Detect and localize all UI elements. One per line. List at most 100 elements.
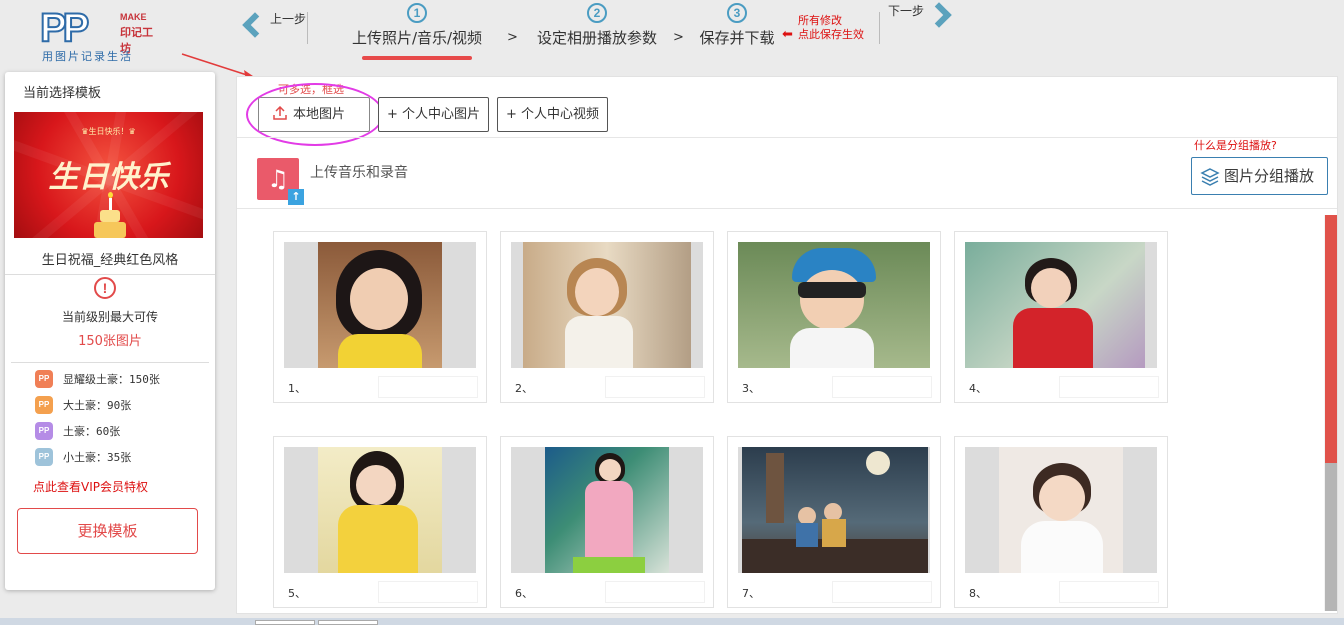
photo-caption-input[interactable] [605,376,705,398]
photo-card[interactable]: 7、 [727,436,941,608]
photo-card[interactable]: 1、 [273,231,487,403]
personal-center-video-button[interactable]: + 个人中心视频 [497,97,609,132]
photo-caption-input[interactable] [1059,581,1159,603]
photo-thumbnail [511,447,703,573]
photo-card[interactable]: 6、 [500,436,714,608]
toolbar-divider [237,137,1337,138]
chevron-left-icon [242,12,268,38]
step-number: 2 [587,3,607,23]
upload-icon [273,106,287,120]
level-badge-icon: PP [35,448,53,466]
taskbar-tab[interactable] [255,620,315,625]
personal-center-photo-button[interactable]: + 个人中心图片 [378,97,490,132]
main-panel: 可多选，框选 本地图片 + 个人中心图片 + 个人中心视频 ♫ ↑ 上传音乐和录… [236,76,1338,614]
warning-icon: ! [94,277,116,299]
photo-index: 2、 [515,382,533,395]
logo-slogan: 用图片记录生活 [42,50,133,63]
photo-index: 7、 [742,587,760,600]
photo-card[interactable]: 5、 [273,436,487,608]
step-save[interactable]: 3 保存并下载 [695,0,779,48]
photo-card[interactable]: 2、 [500,231,714,403]
change-template-button[interactable]: 更换模板 [17,508,198,554]
nav-divider [307,12,308,44]
photo-index: 4、 [969,382,987,395]
chevron-right-icon [926,2,952,28]
level-badge-icon: PP [35,370,53,388]
template-thumbnail[interactable]: ♛生日快乐！♛ 生日快乐 [14,112,203,238]
level-badge-icon: PP [35,422,53,440]
photo-index: 1、 [288,382,306,395]
next-step-label: 下一步 [888,3,925,18]
group-play-help-link[interactable]: 什么是分组播放? [1194,137,1277,153]
level-item: PP 土豪：60张 [35,422,120,440]
thumb-small-caption: ♛生日快乐！♛ [81,127,136,136]
photo-card[interactable]: 4、 [954,231,1168,403]
photo-thumbnail [738,447,930,573]
photo-thumbnail [965,242,1157,368]
prev-step-button[interactable]: 上一步 [236,8,307,38]
logo[interactable]: PP MAKE 印记工坊 用图片记录生活 [39,6,160,64]
photo-caption-input[interactable] [378,376,478,398]
arrow-left-icon: ⬅ [782,27,793,42]
scrollbar-thumb[interactable] [1325,215,1337,463]
music-upload-icon[interactable]: ♫ ↑ [257,158,304,205]
sidebar-title: 当前选择模板 [23,86,102,101]
save-note-line1: 所有修改 [798,14,842,27]
level-item: PP 小土豪：35张 [35,448,131,466]
step-label: 设定相册播放参数 [536,29,657,47]
step-label: 保存并下载 [699,29,775,47]
photo-thumbnail [284,447,476,573]
level-label: 土豪：60张 [63,425,121,438]
music-upload-label[interactable]: 上传音乐和录音 [310,162,408,182]
save-note-line2: 点此保存生效 [798,28,864,41]
vip-privileges-link[interactable]: 点此查看VIP会员特权 [33,478,148,495]
local-image-label: 本地图片 [293,107,346,122]
step-upload[interactable]: 1 上传照片/音乐/视频 [343,0,491,60]
photo-index: 8、 [969,587,987,600]
upload-limit-value: 150张图片 [78,334,142,349]
photo-index: 6、 [515,587,533,600]
photo-index: 5、 [288,587,306,600]
scrollbar-rest [1325,463,1337,611]
photo-index: 3、 [742,382,760,395]
taskbar-tab[interactable] [318,620,378,625]
group-play-button[interactable]: 图片分组播放 [1191,157,1328,195]
photo-caption-input[interactable] [832,376,932,398]
taskbar [0,618,1344,625]
photo-caption-input[interactable] [1059,376,1159,398]
step-number: 1 [407,3,427,23]
photo-thumbnail [284,242,476,368]
cake-icon [94,190,126,238]
sidebar-divider [11,362,209,363]
prev-step-label: 上一步 [270,11,307,26]
template-name: 生日祝福_经典红色风格 [41,253,179,268]
photo-card[interactable]: 8、 [954,436,1168,608]
step-settings[interactable]: 2 设定相册播放参数 [530,0,664,48]
step-separator: > [673,30,684,45]
level-label: 小土豪：35张 [63,451,132,464]
level-label: 大土豪：90张 [63,399,132,412]
photo-card[interactable]: 3、 [727,231,941,403]
upload-arrow-icon: ↑ [288,189,304,205]
photo-caption-input[interactable] [605,581,705,603]
photo-thumbnail [511,242,703,368]
music-note-icon: ♫ [267,165,289,193]
level-label: 显耀级土豪：150张 [63,373,160,386]
upload-limit-label: 当前级别最大可传 [61,310,158,324]
next-step-button[interactable]: 下一步 [878,2,958,28]
logo-letters: PP [39,6,90,50]
photo-thumbnail [965,447,1157,573]
photo-caption-input[interactable] [832,581,932,603]
photo-thumbnail [738,242,930,368]
photo-caption-input[interactable] [378,581,478,603]
logo-make: MAKE [120,12,147,22]
save-note[interactable]: ⬅ 所有修改 点此保存生效 [782,14,864,42]
level-item: PP 显耀级土豪：150张 [35,370,160,388]
group-play-label: 图片分组播放 [1224,167,1315,185]
sidebar: 当前选择模板 ♛生日快乐！♛ 生日快乐 生日祝福_经典红色风格 ! 当前级别最大… [5,72,215,590]
sidebar-divider [5,274,215,275]
photos-divider [237,208,1337,209]
active-step-indicator [362,56,472,60]
local-image-button[interactable]: 本地图片 [258,97,370,132]
layers-icon [1200,168,1220,186]
